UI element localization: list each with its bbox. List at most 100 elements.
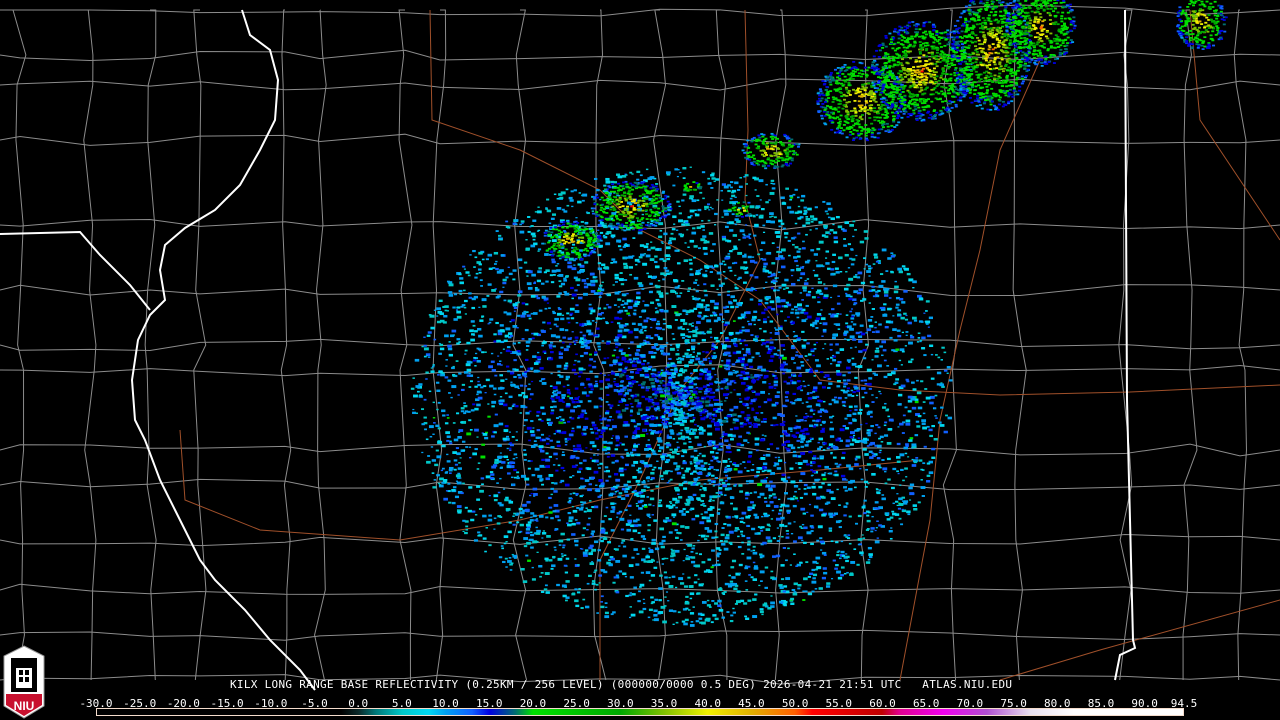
echo-pixel xyxy=(665,292,669,295)
echo-pixel xyxy=(776,305,781,308)
echo-pixel xyxy=(784,432,789,436)
echo-pixel xyxy=(689,462,693,465)
echo-pixel xyxy=(553,393,558,396)
echo-pixel xyxy=(908,341,913,345)
echo-pixel xyxy=(655,322,661,326)
echo-pixel xyxy=(725,474,729,477)
echo-pixel xyxy=(668,436,673,439)
echo-pixel xyxy=(783,232,789,235)
echo-pixel xyxy=(589,441,595,445)
echo-pixel xyxy=(512,515,515,517)
echo-pixel xyxy=(724,536,730,540)
echo-pixel xyxy=(768,382,771,385)
echo-pixel xyxy=(671,549,675,552)
echo-pixel xyxy=(549,350,554,354)
echo-pixel xyxy=(629,514,632,516)
echo-pixel xyxy=(729,580,734,583)
echo-pixel xyxy=(833,236,838,239)
echo-pixel xyxy=(769,501,774,504)
echo-pixel xyxy=(572,340,575,342)
echo-pixel xyxy=(664,470,669,473)
echo-pixel xyxy=(589,562,595,566)
echo-pixel xyxy=(721,433,724,435)
echo-pixel xyxy=(934,415,937,417)
echo-pixel xyxy=(905,378,909,381)
echo-pixel xyxy=(806,315,812,319)
echo-pixel xyxy=(646,554,649,556)
echo-pixel xyxy=(690,550,694,553)
echo-pixel xyxy=(610,502,615,505)
echo-pixel xyxy=(555,265,558,267)
echo-pixel xyxy=(446,310,449,312)
echo-pixel xyxy=(699,412,703,414)
echo-pixel xyxy=(798,488,801,490)
echo-pixel xyxy=(665,409,668,412)
echo-pixel xyxy=(778,509,783,512)
echo-pixel xyxy=(593,470,599,474)
echo-pixel xyxy=(529,538,534,542)
echo-pixel xyxy=(605,177,610,181)
echo-pixel xyxy=(830,314,835,318)
echo-pixel xyxy=(589,246,594,249)
echo-pixel xyxy=(800,389,804,392)
echo-pixel xyxy=(752,551,758,555)
echo-pixel xyxy=(787,510,791,513)
echo-pixel xyxy=(741,552,745,555)
echo-pixel xyxy=(747,387,752,390)
echo-pixel xyxy=(659,542,664,545)
echo-pixel xyxy=(867,558,871,561)
echo-pixel xyxy=(578,192,581,194)
echo-pixel xyxy=(785,187,790,190)
echo-pixel xyxy=(812,321,818,325)
echo-pixel xyxy=(611,506,616,509)
echo-pixel xyxy=(755,392,761,396)
echo-pixel xyxy=(727,189,731,193)
echo-pixel xyxy=(692,431,695,433)
echo-pixel xyxy=(545,465,551,469)
echo-pixel xyxy=(588,353,593,356)
echo-pixel xyxy=(650,558,654,561)
echo-pixel xyxy=(684,601,690,605)
echo-pixel xyxy=(878,451,882,454)
echo-pixel xyxy=(701,561,706,564)
echo-pixel xyxy=(698,387,703,391)
echo-pixel xyxy=(686,229,689,231)
echo-pixel xyxy=(839,313,842,315)
echo-pixel xyxy=(667,444,670,446)
echo-pixel xyxy=(618,241,621,243)
echo-pixel xyxy=(691,402,697,406)
echo-pixel xyxy=(531,474,536,477)
echo-pixel xyxy=(744,580,748,582)
echo-pixel xyxy=(650,381,655,385)
echo-pixel xyxy=(766,504,771,507)
echo-pixel xyxy=(425,378,428,380)
echo-pixel xyxy=(521,312,527,315)
echo-pixel xyxy=(621,443,625,446)
echo-pixel xyxy=(703,504,707,507)
echo-pixel xyxy=(670,558,675,562)
echo-pixel xyxy=(695,564,701,568)
echo-pixel xyxy=(493,393,497,396)
echo-pixel xyxy=(660,369,664,372)
echo-pixel xyxy=(782,547,786,549)
echo-pixel xyxy=(603,357,607,360)
echo-pixel xyxy=(536,230,539,232)
echo-pixel xyxy=(494,374,498,377)
echo-pixel xyxy=(610,437,614,439)
echo-pixel xyxy=(834,473,839,477)
echo-pixel xyxy=(521,391,526,395)
echo-pixel xyxy=(480,386,484,389)
echo-pixel xyxy=(662,388,665,390)
echo-pixel xyxy=(929,434,933,438)
echo-pixel xyxy=(900,384,906,388)
echo-pixel xyxy=(754,189,757,191)
echo-pixel xyxy=(536,529,541,533)
echo-pixel xyxy=(844,417,848,420)
echo-pixel xyxy=(819,424,823,426)
echo-pixel xyxy=(493,251,499,255)
echo-pixel xyxy=(533,312,538,315)
echo-pixel xyxy=(834,567,838,570)
echo-pixel xyxy=(696,305,701,308)
echo-pixel xyxy=(810,348,814,351)
echo-pixel xyxy=(837,360,842,364)
